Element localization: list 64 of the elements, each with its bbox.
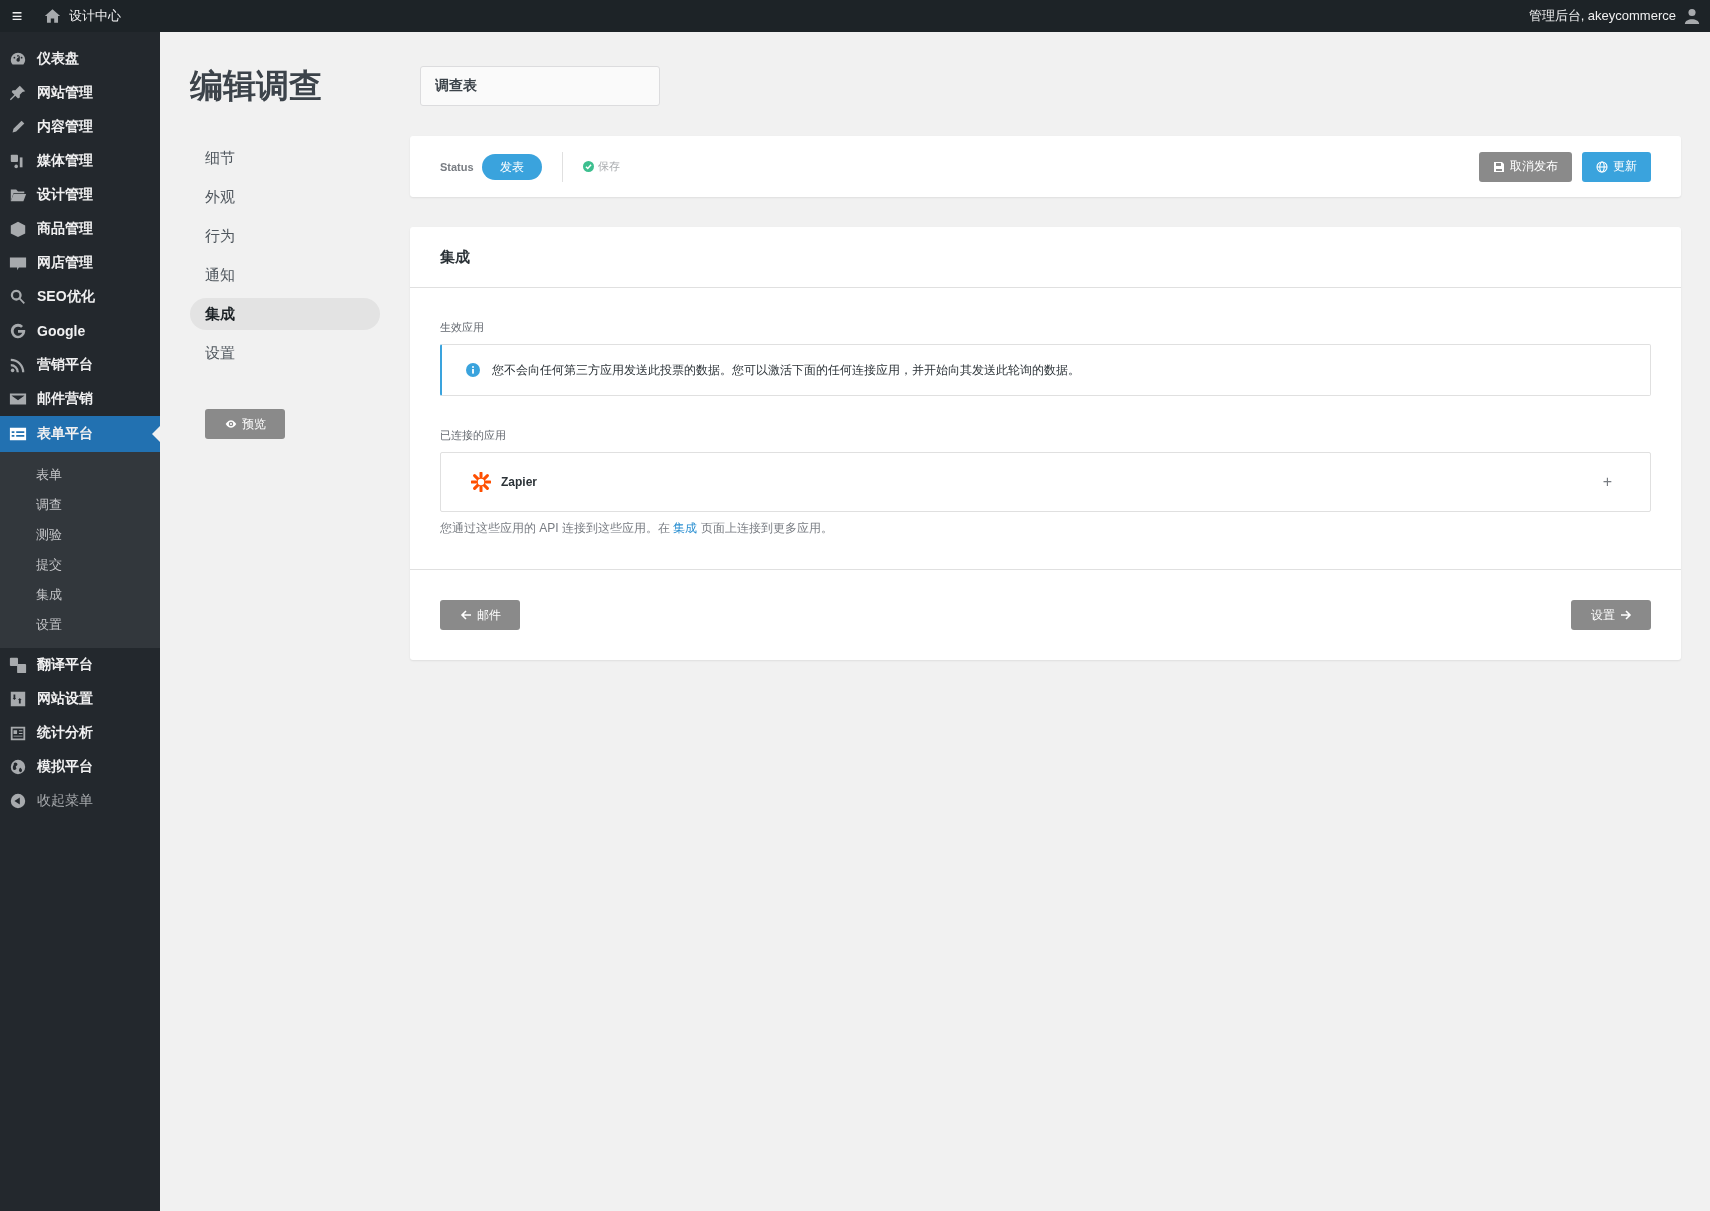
- sidebar-item[interactable]: 设计管理: [0, 178, 160, 212]
- sidebar-item[interactable]: SEO优化: [0, 280, 160, 314]
- card-title: 集成: [440, 247, 470, 267]
- arrow-left-icon: [459, 609, 472, 621]
- menu-icon[interactable]: ≡: [0, 5, 34, 27]
- collapse-icon: [9, 792, 27, 810]
- submenu-item[interactable]: 设置: [0, 610, 160, 640]
- sidebar-item[interactable]: 媒体管理: [0, 144, 160, 178]
- section-tab[interactable]: 设置: [190, 337, 380, 369]
- help-text: 您通过这些应用的 API 连接到这些应用。在 集成 页面上连接到更多应用。: [440, 520, 834, 537]
- sidebar-item[interactable]: 表单平台: [0, 416, 160, 452]
- sidebar-item[interactable]: 商品管理: [0, 212, 160, 246]
- sidebar-item[interactable]: 模拟平台: [0, 750, 160, 784]
- form-icon: [9, 425, 27, 443]
- sidebar-item[interactable]: 网站设置: [0, 682, 160, 716]
- status-badge: 发表: [481, 153, 542, 180]
- home-icon[interactable]: [44, 8, 61, 24]
- save-state: 保存: [597, 159, 620, 174]
- notice-text: 您不会向任何第三方应用发送此投票的数据。您可以激活下面的任何连接应用，并开始向其发送此轮询的数据。: [492, 361, 1080, 379]
- sidebar-item[interactable]: 内容管理: [0, 110, 160, 144]
- title-field[interactable]: 调查表: [420, 66, 660, 106]
- status-label: Status: [440, 160, 474, 173]
- section-tab[interactable]: 行为: [190, 220, 380, 252]
- eye-icon: [224, 418, 237, 430]
- collapse-menu-button[interactable]: 收起菜单: [0, 784, 160, 818]
- site-name-link[interactable]: 设计中心: [69, 7, 121, 25]
- section-label: 生效应用: [440, 320, 485, 335]
- section-tab[interactable]: 细节: [190, 142, 380, 174]
- account-name[interactable]: 管理后台, akeycommerce: [1528, 7, 1676, 25]
- sidebar-item[interactable]: 网店管理: [0, 246, 160, 280]
- asterisk-icon: [471, 472, 491, 492]
- submenu-item[interactable]: 调查: [0, 490, 160, 520]
- section-label: 已连接的应用: [440, 428, 507, 443]
- page-title: 编辑调查: [190, 66, 323, 106]
- box-icon: [9, 220, 27, 238]
- sidebar-item[interactable]: 邮件营销: [0, 382, 160, 416]
- app-row[interactable]: Zapier +: [440, 452, 1651, 512]
- sidebar-item[interactable]: 仪表盘: [0, 42, 160, 76]
- sidebar-item[interactable]: 营销平台: [0, 348, 160, 382]
- add-button[interactable]: +: [1602, 473, 1612, 491]
- section-tab[interactable]: 外观: [190, 181, 380, 213]
- integrations-link[interactable]: 集成: [673, 521, 698, 535]
- save-icon: [1493, 160, 1505, 173]
- section-tab[interactable]: 集成: [190, 298, 380, 330]
- arrow-right-icon: [1619, 609, 1632, 621]
- user-icon[interactable]: [1684, 8, 1700, 24]
- info-icon: [466, 363, 480, 377]
- submenu-item[interactable]: 表单: [0, 460, 160, 490]
- section-tab[interactable]: 通知: [190, 259, 380, 291]
- pin-icon: [9, 84, 27, 102]
- sidebar-item[interactable]: 网站管理: [0, 76, 160, 110]
- google-icon: [9, 322, 27, 340]
- submenu-item[interactable]: 测验: [0, 520, 160, 550]
- sidebar-item[interactable]: 统计分析: [0, 716, 160, 750]
- globe-icon: [9, 758, 27, 776]
- search-icon: [9, 288, 27, 306]
- rss-icon: [9, 356, 27, 374]
- check-icon: [582, 161, 594, 172]
- sidebar-item[interactable]: 翻译平台: [0, 648, 160, 682]
- submenu-item[interactable]: 提交: [0, 550, 160, 580]
- app-name: Zapier: [501, 475, 537, 489]
- sidebar-item[interactable]: Google: [0, 314, 160, 348]
- globe-icon: [1596, 160, 1608, 173]
- submenu-item[interactable]: 集成: [0, 580, 160, 610]
